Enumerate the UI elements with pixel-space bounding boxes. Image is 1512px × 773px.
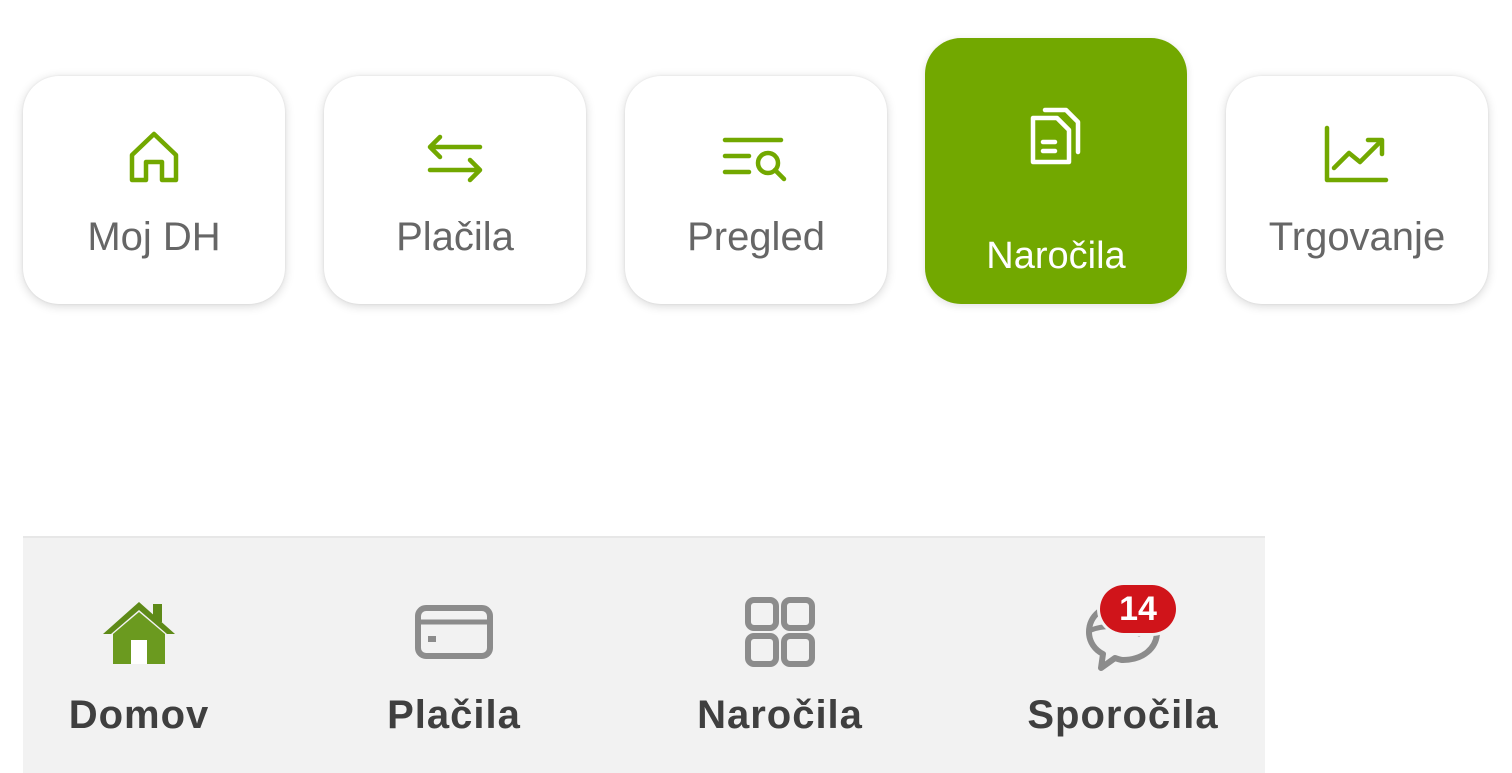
tile-label: Plačila	[396, 215, 514, 259]
tile-label: Pregled	[687, 215, 825, 259]
bottom-nav-placila[interactable]: Plačila	[349, 538, 559, 773]
bottom-nav-domov[interactable]: Domov	[23, 538, 255, 773]
grid-icon	[738, 590, 822, 674]
bottom-nav-narocila[interactable]: Naročila	[673, 538, 887, 773]
home-filled-icon	[97, 590, 181, 674]
tile-pregled[interactable]: Pregled	[625, 76, 887, 304]
bottom-nav-label: Sporočila	[1027, 693, 1219, 737]
trend-chart-icon	[1322, 122, 1392, 192]
messages-count-badge: 14	[1100, 585, 1176, 633]
bottom-nav-sporocila[interactable]: Sporočila	[993, 538, 1253, 773]
bottom-navigation-bar: Domov Plačila Naročila Sporočila	[23, 536, 1265, 773]
list-search-icon	[721, 122, 791, 192]
tile-label: Trgovanje	[1268, 215, 1446, 259]
quick-nav-tiles: Moj DH Plačila Pregled Naročila Trgovanj…	[0, 0, 1512, 360]
tile-label: Moj DH	[87, 215, 221, 259]
home-outline-icon	[119, 122, 189, 192]
documents-icon	[1021, 100, 1091, 170]
tile-narocila[interactable]: Naročila	[925, 38, 1187, 304]
bottom-nav-label: Domov	[68, 693, 210, 737]
bottom-nav-label: Plačila	[387, 693, 521, 737]
bottom-nav-label: Naročila	[697, 693, 863, 737]
tile-placila[interactable]: Plačila	[324, 76, 586, 304]
tile-trgovanje[interactable]: Trgovanje	[1226, 76, 1488, 304]
credit-card-icon	[412, 590, 496, 674]
transfer-arrows-icon	[420, 122, 490, 192]
tile-moj-dh[interactable]: Moj DH	[23, 76, 285, 304]
tile-label: Naročila	[986, 235, 1126, 277]
